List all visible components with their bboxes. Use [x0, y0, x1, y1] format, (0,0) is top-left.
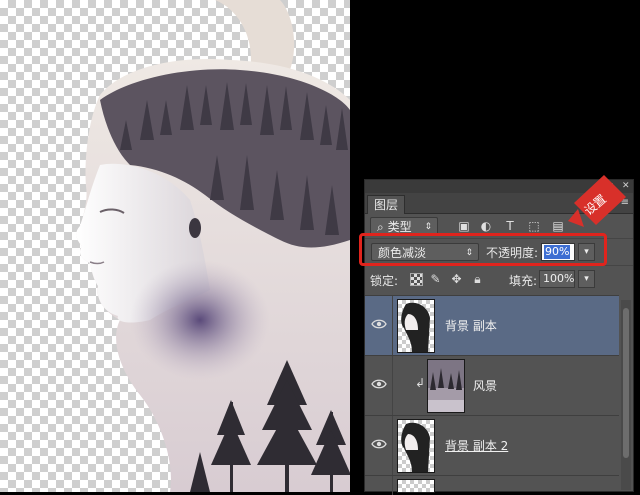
fill-slider-button[interactable]: ▾ — [578, 270, 595, 288]
adjustment-filter-icon[interactable]: ◐ — [479, 219, 493, 233]
search-icon: ⌕ — [377, 220, 384, 234]
document-canvas[interactable] — [0, 0, 350, 492]
clipping-mask-icon: ↲ — [415, 376, 426, 390]
lock-transparency-icon[interactable] — [410, 273, 423, 286]
lock-brush-icon[interactable]: ✎ — [429, 273, 442, 286]
lock-all-icon[interactable]: 🔒︎ — [471, 273, 484, 286]
layer-name: 背景 副本 — [445, 319, 497, 333]
layer-thumbnail — [427, 359, 465, 413]
layer-row[interactable]: ↲ 风景 — [365, 355, 619, 415]
visibility-eye-icon[interactable] — [371, 318, 387, 330]
hair-wisp — [215, 0, 295, 70]
layer-row-selected[interactable]: 背景 副本 — [365, 295, 619, 355]
type-filter-icon[interactable]: T — [503, 219, 517, 233]
layer-thumbnail — [397, 299, 435, 353]
fill-input[interactable]: 100% — [539, 270, 575, 288]
layers-scrollbar[interactable] — [621, 300, 631, 490]
lock-position-icon[interactable]: ✥ — [450, 273, 463, 286]
layer-thumbnail — [397, 479, 435, 493]
fill-label: 填充: — [509, 274, 538, 288]
layer-row[interactable]: 背景 副本 2 — [365, 415, 619, 475]
layer-name: 背景 副本 2 — [445, 439, 509, 453]
image-filter-icon[interactable]: ▣ — [457, 219, 471, 233]
ear — [189, 218, 201, 238]
lock-label: 锁定: — [370, 274, 399, 288]
double-exposure-artwork — [76, 0, 350, 492]
scrollbar-thumb[interactable] — [623, 308, 629, 458]
lock-fill-row: 锁定: ✎ ✥ 🔒︎ 填充: 100% ▾ — [365, 265, 633, 295]
layer-row[interactable] — [365, 475, 619, 495]
tab-layers[interactable]: 图层 — [367, 195, 406, 214]
filter-kind-label: 类型 — [387, 220, 412, 234]
visibility-eye-icon[interactable] — [371, 378, 387, 390]
layer-name: 风景 — [473, 379, 498, 393]
smart-object-filter-icon[interactable]: ▤ — [551, 219, 565, 233]
shape-filter-icon[interactable]: ⬚ — [527, 219, 541, 233]
visibility-eye-icon[interactable] — [371, 438, 387, 450]
layer-thumbnail — [397, 419, 435, 473]
